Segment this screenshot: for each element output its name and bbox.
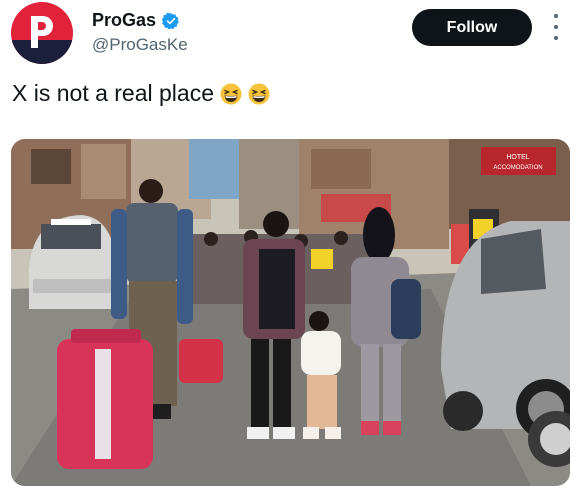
tweet-photo[interactable]: HOTEL ACCOMODATION [11, 139, 570, 486]
author-handle[interactable]: @ProGasKe [92, 35, 188, 55]
tweet-header: ProGas @ProGasKe Follow [0, 0, 581, 70]
hotel-sign-text: HOTEL [506, 154, 529, 161]
grinning-squinting-face-icon [248, 83, 270, 104]
avatar[interactable] [11, 2, 73, 64]
progas-logo-icon [31, 16, 53, 48]
more-options-icon[interactable] [548, 14, 564, 40]
tweet-text: X is not a real place [12, 80, 215, 106]
grinning-squinting-face-icon [220, 83, 242, 104]
follow-button[interactable]: Follow [412, 9, 532, 46]
author-display-name[interactable]: ProGas [92, 10, 156, 31]
accomodation-sign-text: ACCOMODATION [493, 165, 542, 171]
street-scene-image: HOTEL ACCOMODATION [11, 139, 570, 486]
verified-badge-icon [162, 12, 179, 29]
tweet-text-row: X is not a real place [12, 80, 270, 107]
author-name-row[interactable]: ProGas [92, 10, 180, 31]
